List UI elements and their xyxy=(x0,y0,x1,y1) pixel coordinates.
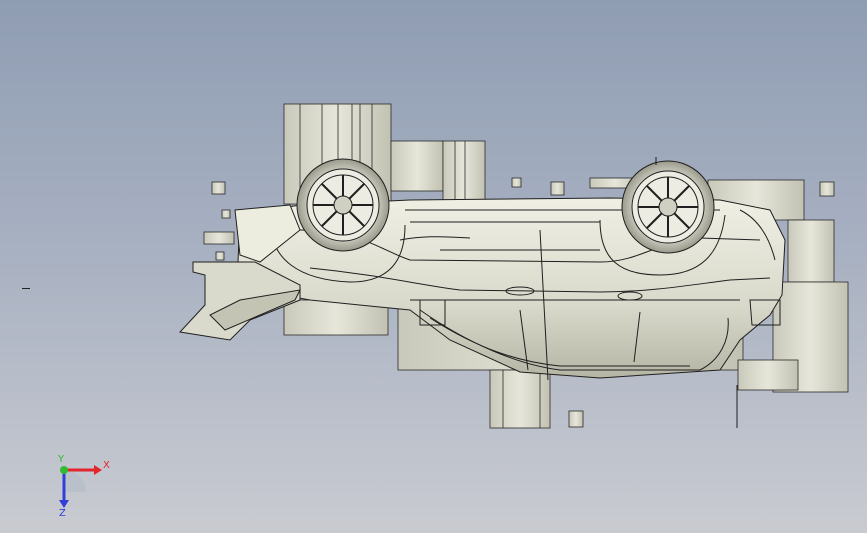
front-wheel-right xyxy=(621,160,715,254)
x-axis-label: X xyxy=(103,460,110,471)
z-axis-label: Z xyxy=(59,508,66,518)
car-model-scene[interactable] xyxy=(0,0,867,533)
graphics-viewport[interactable]: X Y Z xyxy=(0,0,867,533)
y-axis-dot xyxy=(60,466,68,474)
coordinate-triad: X Y Z xyxy=(57,454,110,518)
rear-wheel-left xyxy=(296,158,390,252)
y-axis-label: Y xyxy=(57,454,65,465)
